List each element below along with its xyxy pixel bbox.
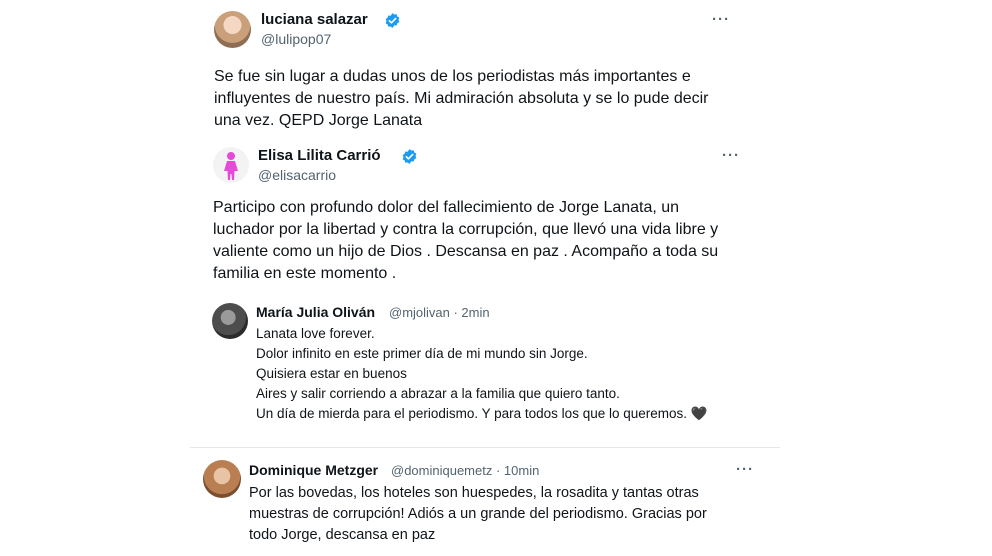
tweet-text-line: Un día de mierda para el periodismo. Y p…: [256, 406, 708, 421]
tweet-text-line: muestras de corrupción! Adiós a un grand…: [249, 506, 707, 522]
more-options-icon[interactable]: ···: [712, 11, 730, 28]
avatar[interactable]: [212, 303, 248, 339]
author-handle[interactable]: @lulipop07: [261, 31, 331, 47]
author-name[interactable]: María Julia Oliván: [256, 304, 375, 320]
tweet-text-line: Lanata love forever.: [256, 326, 375, 341]
avatar[interactable]: [213, 147, 249, 183]
verified-badge-icon: [385, 13, 400, 28]
woman-silhouette-icon: [224, 152, 238, 180]
author-handle[interactable]: @elisacarrio: [258, 167, 336, 183]
author-name[interactable]: luciana salazar: [261, 11, 368, 28]
more-options-icon[interactable]: ···: [736, 461, 754, 478]
tweet-text-line: una vez. QEPD Jorge Lanata: [214, 112, 423, 129]
tweet-text-line: familia en este momento .: [213, 265, 397, 282]
tweet-text-line: Dolor infinito en este primer día de mi …: [256, 346, 588, 361]
author-name[interactable]: Dominique Metzger: [249, 462, 378, 478]
tweet-text-line: valiente como un hijo de Dios . Descansa…: [213, 243, 719, 260]
author-handle-time[interactable]: @dominiquemetz · 10min: [391, 463, 539, 478]
tweet-text-line: Participo con profundo dolor del falleci…: [213, 199, 680, 216]
tweet-text-line: todo Jorge, descansa en paz: [249, 527, 436, 543]
divider: [190, 447, 780, 448]
tweet-text-line: Aires y salir corriendo a abrazar a la f…: [256, 386, 620, 401]
avatar[interactable]: [214, 11, 251, 48]
verified-badge-icon: [402, 149, 417, 164]
more-options-icon[interactable]: ···: [722, 147, 740, 164]
tweet-text-line: influyentes de nuestro país. Mi admiraci…: [214, 90, 709, 107]
tweet-text-line: Quisiera estar en buenos: [256, 366, 407, 381]
author-name[interactable]: Elisa Lilita Carrió: [258, 147, 381, 164]
tweet-text-line: Se fue sin lugar a dudas unos de los per…: [214, 68, 691, 85]
tweet-text-line: luchador por la libertad y contra la cor…: [213, 221, 719, 238]
tweet-text-line: Por las bovedas, los hoteles son huesped…: [249, 485, 699, 501]
avatar[interactable]: [203, 460, 241, 498]
author-handle-time[interactable]: @mjolivan · 2min: [389, 305, 490, 320]
